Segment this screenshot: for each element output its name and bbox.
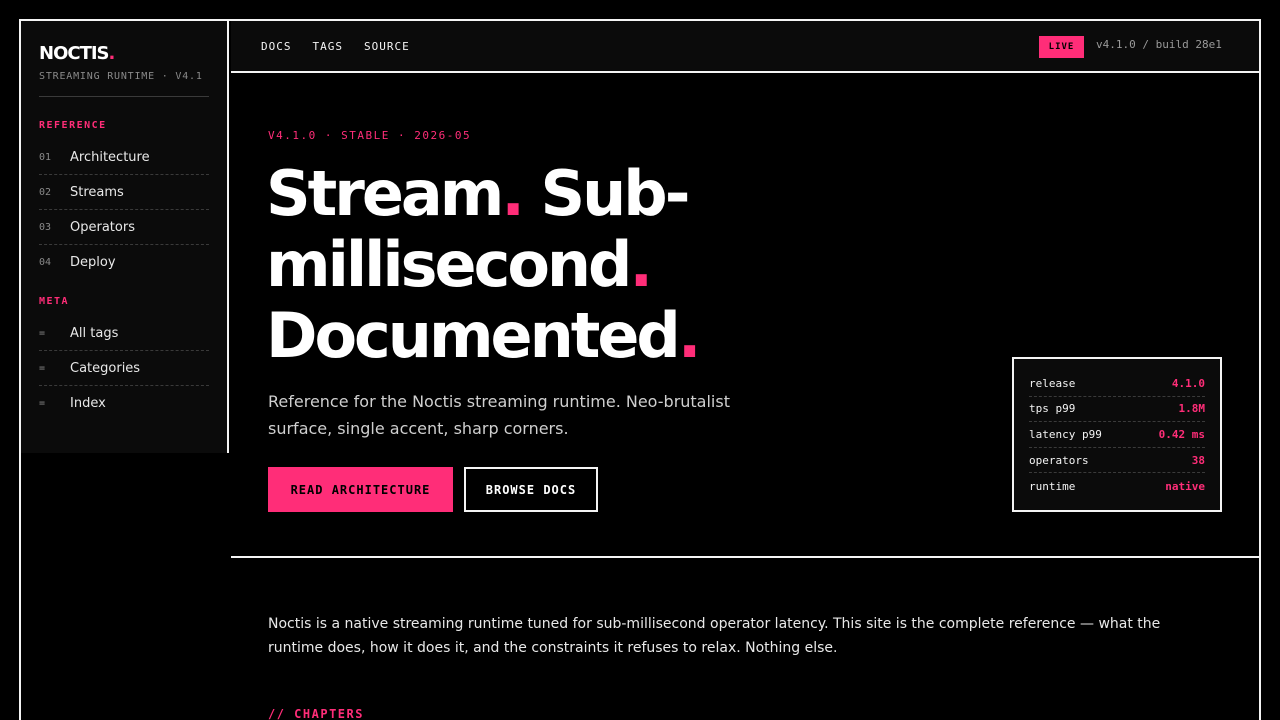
- sidebar-item-label: Architecture: [70, 149, 150, 165]
- sidebar-divider: [39, 96, 209, 97]
- sidebar-item-label: Operators: [70, 219, 135, 235]
- live-badge: LIVE: [1039, 36, 1084, 58]
- sidebar-item-number: 03: [39, 221, 52, 233]
- hero-title-dot: .: [501, 157, 525, 230]
- brand-subtitle: STREAMING RUNTIME · V4.1: [39, 71, 203, 82]
- reference-list: 01 Architecture 02 Streams 03 Operators …: [39, 140, 209, 280]
- reference-heading: REFERENCE: [39, 120, 107, 131]
- brand-dot: .: [108, 43, 116, 64]
- sidebar-item-categories[interactable]: = Categories: [39, 351, 209, 386]
- browse-docs-button[interactable]: BROWSE DOCS: [464, 467, 598, 512]
- sidebar-item-index[interactable]: = Index: [39, 386, 209, 421]
- sidebar-item-marker: =: [39, 327, 46, 339]
- nav-link-source[interactable]: SOURCE: [364, 40, 410, 54]
- sidebar-item-operators[interactable]: 03 Operators: [39, 210, 209, 245]
- nav-link-docs[interactable]: DOCS: [261, 40, 292, 54]
- release-stats-card: release 4.1.0 tps p99 1.8M latency p99 0…: [1012, 357, 1222, 512]
- stat-key: tps p99: [1029, 402, 1076, 416]
- sidebar-item-number: 04: [39, 257, 52, 268]
- stat-row: latency p99 0.42 ms: [1029, 422, 1205, 448]
- chapters-heading: // CHAPTERS: [268, 707, 364, 720]
- stat-value: native: [1165, 479, 1205, 493]
- sidebar-item-marker: =: [39, 362, 46, 374]
- hero-subtitle: Reference for the Noctis streaming runti…: [268, 392, 730, 438]
- hero-title-dot: .: [629, 228, 653, 301]
- stat-key: release: [1029, 376, 1076, 390]
- hero-title-dot: .: [677, 299, 702, 372]
- read-architecture-button[interactable]: READ ARCHITECTURE: [268, 467, 453, 512]
- top-nav-bar: DOCS TAGS SOURCE LIVE v4.1.0 / build 28e…: [231, 21, 1259, 73]
- build-version: v4.1.0 / build 28e1: [1096, 38, 1222, 51]
- brand-name: NOCTIS: [39, 43, 110, 64]
- brand-logo[interactable]: NOCTIS.: [39, 43, 209, 65]
- hero-eyebrow: V4.1.0 · STABLE · 2026-05: [268, 129, 472, 142]
- section-divider: [231, 556, 1259, 558]
- stat-value: 0.42 ms: [1158, 427, 1205, 441]
- hero-title-word: millisecond: [266, 228, 632, 301]
- intro-paragraph: Noctis is a native streaming runtime tun…: [268, 616, 1161, 656]
- meta-heading: META: [39, 296, 70, 307]
- sidebar-item-number: 01: [39, 151, 52, 163]
- sidebar-item-label: Categories: [70, 360, 141, 376]
- sidebar-item-label: Index: [70, 396, 106, 411]
- sidebar-item-number: 02: [39, 186, 52, 198]
- sidebar-item-streams[interactable]: 02 Streams: [39, 175, 209, 210]
- stat-row: runtime native: [1029, 473, 1205, 499]
- stat-value: 4.1.0: [1171, 376, 1205, 390]
- hero-title-word: Stream: [266, 157, 504, 230]
- top-nav: DOCS TAGS SOURCE: [261, 40, 410, 54]
- sidebar-item-deploy[interactable]: 04 Deploy: [39, 245, 209, 280]
- stat-key: latency p99: [1029, 427, 1102, 441]
- sidebar-item-label: Streams: [70, 184, 124, 200]
- stat-key: runtime: [1029, 479, 1076, 493]
- sidebar-item-marker: =: [39, 398, 46, 409]
- sidebar-item-label: Deploy: [70, 255, 116, 270]
- stat-value: 38: [1191, 453, 1205, 467]
- hero-title: Stream. Sub- millisecond. Documented.: [266, 157, 702, 372]
- stat-row: release 4.1.0: [1029, 371, 1205, 397]
- hero-title-word: Sub-: [540, 157, 691, 230]
- stat-row: tps p99 1.8M: [1029, 397, 1205, 423]
- meta-list: = All tags = Categories = Index: [39, 316, 209, 421]
- stat-key: operators: [1029, 453, 1089, 467]
- sidebar-item-all-tags[interactable]: = All tags: [39, 316, 209, 351]
- sidebar-item-label: All tags: [70, 325, 119, 341]
- stat-value: 1.8M: [1178, 402, 1206, 416]
- stat-row: operators 38: [1029, 448, 1205, 474]
- sidebar: NOCTIS. STREAMING RUNTIME · V4.1 REFEREN…: [21, 21, 229, 453]
- hero-title-word: Documented: [266, 299, 681, 372]
- sidebar-item-architecture[interactable]: 01 Architecture: [39, 140, 209, 175]
- nav-link-tags[interactable]: TAGS: [313, 40, 344, 54]
